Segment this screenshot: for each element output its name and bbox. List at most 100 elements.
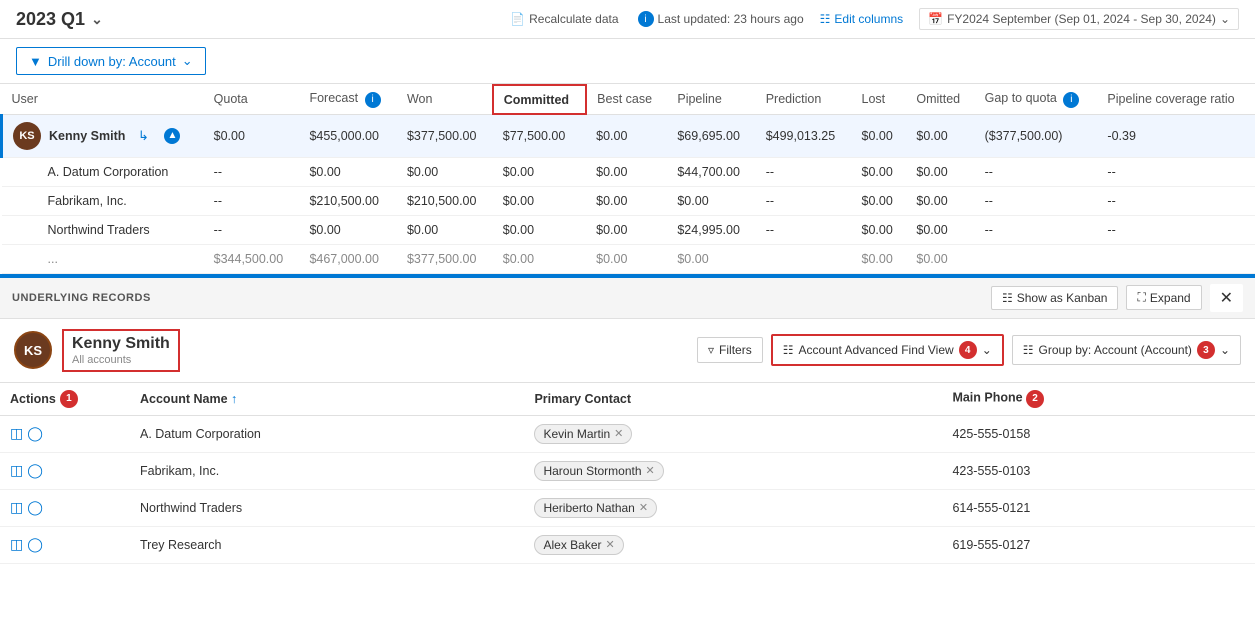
pipeline-cell: $24,995.00 <box>667 215 755 244</box>
gap-cell <box>975 244 1098 273</box>
pipeline-cell: $0.00 <box>667 244 755 273</box>
person-controls: ▿ Filters ☷ Account Advanced Find View 4… <box>697 334 1241 366</box>
info-icon: i <box>638 11 654 27</box>
user-info-icon[interactable]: ▲ <box>164 128 180 144</box>
badge-1: 1 <box>60 390 78 408</box>
prediction-cell: -- <box>756 215 852 244</box>
remove-contact-icon[interactable]: ✕ <box>606 538 615 551</box>
quota-cell: -- <box>204 186 300 215</box>
columns-icon: ☷ <box>820 12 831 26</box>
period-chevron-icon: ⌄ <box>91 11 103 28</box>
more-icon[interactable]: ◯ <box>27 462 43 479</box>
best-case-cell: $0.00 <box>586 244 667 273</box>
committed-cell: $0.00 <box>493 244 586 273</box>
won-cell: $377,500.00 <box>397 244 493 273</box>
adv-find-chevron-icon: ⌄ <box>982 343 992 357</box>
account-name-cell: Northwind Traders <box>130 489 524 526</box>
contact-tag: Heriberto Nathan ✕ <box>534 498 657 518</box>
committed-cell: $0.00 <box>493 215 586 244</box>
best-case-cell: $0.00 <box>586 157 667 186</box>
open-icon[interactable]: ◫ <box>10 499 23 516</box>
expand-user-icon[interactable]: ↳ <box>133 126 153 146</box>
person-box: Kenny Smith All accounts <box>62 329 180 372</box>
coverage-cell: -- <box>1097 157 1255 186</box>
open-icon[interactable]: ◫ <box>10 462 23 479</box>
recalculate-button[interactable]: 📄 Recalculate data <box>510 12 618 26</box>
won-cell: $377,500.00 <box>397 114 493 157</box>
lost-cell: $0.00 <box>852 157 907 186</box>
col-lost: Lost <box>852 85 907 114</box>
person-row: KS Kenny Smith All accounts ▿ Filters ☷ … <box>0 319 1255 383</box>
forecast-cell: $210,500.00 <box>299 186 397 215</box>
user-cell: KS Kenny Smith ↳ ▲ <box>2 114 204 157</box>
user-cell: ... <box>2 244 204 273</box>
best-case-cell: $0.00 <box>586 186 667 215</box>
contact-tag: Kevin Martin ✕ <box>534 424 632 444</box>
forecast-info-icon[interactable]: i <box>365 92 381 108</box>
expand-button[interactable]: ⛶ Expand <box>1126 285 1201 310</box>
adv-find-button[interactable]: ☷ Account Advanced Find View 4 ⌄ <box>771 334 1004 366</box>
coverage-cell: -0.39 <box>1097 114 1255 157</box>
actions-header-label: Actions <box>10 392 56 406</box>
account-name-cell: Trey Research <box>130 526 524 563</box>
period-selector[interactable]: 2023 Q1 ⌄ <box>16 9 103 30</box>
period-label: 2023 Q1 <box>16 9 85 30</box>
coverage-cell: -- <box>1097 186 1255 215</box>
col-forecast: Forecast i <box>299 85 397 114</box>
forecast-row: Northwind Traders--$0.00$0.00$0.00$0.00$… <box>2 215 1255 244</box>
committed-cell: $0.00 <box>493 186 586 215</box>
omitted-cell: $0.00 <box>906 114 974 157</box>
quota-cell: -- <box>204 215 300 244</box>
open-icon[interactable]: ◫ <box>10 425 23 442</box>
more-icon[interactable]: ◯ <box>27 425 43 442</box>
fy-range-selector[interactable]: 📅 FY2024 September (Sep 01, 2024 - Sep 3… <box>919 8 1239 30</box>
forecast-toolbar: ▼ Drill down by: Account ⌄ <box>0 39 1255 84</box>
open-icon[interactable]: ◫ <box>10 536 23 553</box>
underlying-header-controls: ☷ Show as Kanban ⛶ Expand ✕ <box>991 284 1243 312</box>
underlying-section-label: UNDERLYING RECORDS <box>12 292 151 304</box>
group-by-button[interactable]: ☷ Group by: Account (Account) 3 ⌄ <box>1012 335 1241 365</box>
lost-cell: $0.00 <box>852 244 907 273</box>
forecast-cell: $0.00 <box>299 215 397 244</box>
edit-columns-button[interactable]: ☷ Edit columns <box>820 12 903 26</box>
gap-info-icon[interactable]: i <box>1063 92 1079 108</box>
col-committed: Committed <box>493 85 586 114</box>
col-quota: Quota <box>204 85 300 114</box>
underlying-section-header: UNDERLYING RECORDS ☷ Show as Kanban ⛶ Ex… <box>0 278 1255 319</box>
user-cell: A. Datum Corporation <box>2 157 204 186</box>
contact-name: Heriberto Nathan <box>543 501 634 515</box>
col-prediction: Prediction <box>756 85 852 114</box>
remove-contact-icon[interactable]: ✕ <box>614 427 623 440</box>
committed-cell: $77,500.00 <box>493 114 586 157</box>
phone-cell: 619-555-0127 <box>942 526 1255 563</box>
show-kanban-button[interactable]: ☷ Show as Kanban <box>991 286 1119 310</box>
col-primary-contact: Primary Contact <box>524 383 942 416</box>
close-button[interactable]: ✕ <box>1210 284 1243 312</box>
lost-cell: $0.00 <box>852 215 907 244</box>
more-icon[interactable]: ◯ <box>27 499 43 516</box>
remove-contact-icon[interactable]: ✕ <box>639 501 648 514</box>
person-subtitle: All accounts <box>72 354 170 366</box>
prediction-cell <box>756 244 852 273</box>
contact-tag: Haroun Stormonth ✕ <box>534 461 663 481</box>
calendar-icon: 📅 <box>928 12 943 26</box>
col-user: User <box>2 85 204 114</box>
col-best-case: Best case <box>586 85 667 114</box>
user-cell: Fabrikam, Inc. <box>2 186 204 215</box>
person-name: Kenny Smith <box>72 335 170 353</box>
forecast-cell: $0.00 <box>299 157 397 186</box>
actions-cell: ◫ ◯ <box>0 489 130 526</box>
phone-cell: 423-555-0103 <box>942 452 1255 489</box>
contact-name: Kevin Martin <box>543 427 610 441</box>
drill-down-button[interactable]: ▼ Drill down by: Account ⌄ <box>16 47 206 75</box>
col-won: Won <box>397 85 493 114</box>
remove-contact-icon[interactable]: ✕ <box>646 464 655 477</box>
committed-cell: $0.00 <box>493 157 586 186</box>
lost-cell: $0.00 <box>852 186 907 215</box>
avatar: KS <box>13 122 41 150</box>
record-row: ◫ ◯ Northwind Traders Heriberto Nathan ✕… <box>0 489 1255 526</box>
filters-button[interactable]: ▿ Filters <box>697 337 763 363</box>
more-icon[interactable]: ◯ <box>27 536 43 553</box>
actions-cell: ◫ ◯ <box>0 526 130 563</box>
badge-2: 2 <box>1026 390 1044 408</box>
